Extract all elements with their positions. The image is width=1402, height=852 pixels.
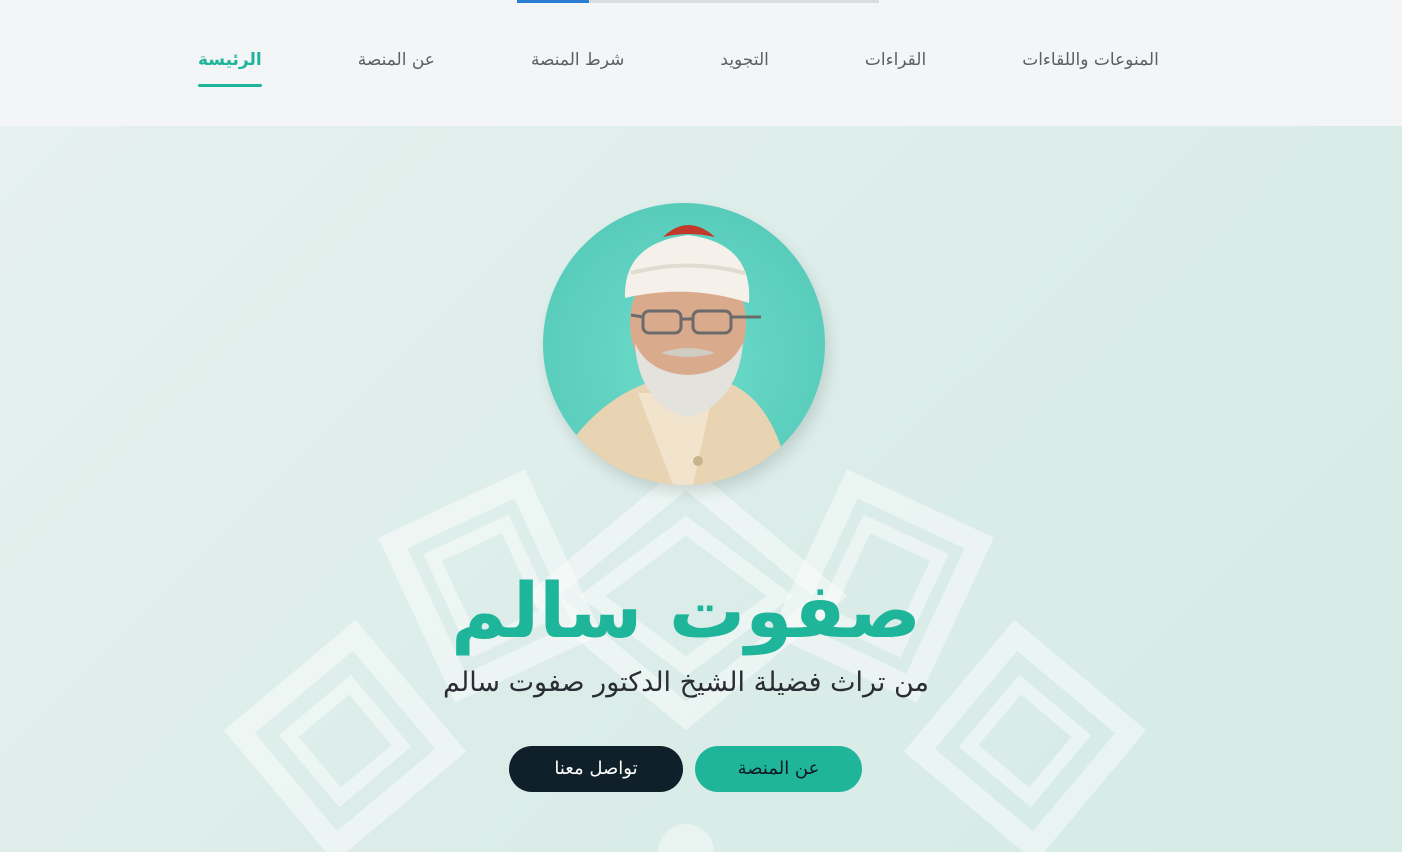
top-navbar: الرئيسة عن المنصة شرط المنصة التجويد الق… <box>0 0 1402 126</box>
hero-subtitle: من تراث فضيلة الشيخ الدكتور صفوت سالم <box>443 667 929 698</box>
nav-item-qiraat[interactable]: القراءات <box>817 46 974 90</box>
hero-section: صفوت سالم من تراث فضيلة الشيخ الدكتور صف… <box>0 126 1402 852</box>
contact-us-button[interactable]: تواصل معنا <box>509 746 683 792</box>
sheikh-portrait-icon <box>563 225 783 485</box>
nav-item-tajweed[interactable]: التجويد <box>672 46 816 90</box>
hero-title: صفوت سالم <box>450 566 922 655</box>
scroll-progress-fill <box>517 0 590 3</box>
about-platform-button[interactable]: عن المنصة <box>695 746 862 792</box>
nav-item-platform-terms[interactable]: شرط المنصة <box>483 46 672 90</box>
scroll-progress-bar <box>517 0 879 3</box>
sheikh-portrait-avatar <box>543 203 825 485</box>
nav-item-about[interactable]: عن المنصة <box>310 46 483 90</box>
nav-menu: الرئيسة عن المنصة شرط المنصة التجويد الق… <box>150 46 1159 90</box>
nav-item-home[interactable]: الرئيسة <box>150 46 310 90</box>
nav-item-miscellaneous[interactable]: المنوعات واللقاءات <box>974 46 1207 90</box>
